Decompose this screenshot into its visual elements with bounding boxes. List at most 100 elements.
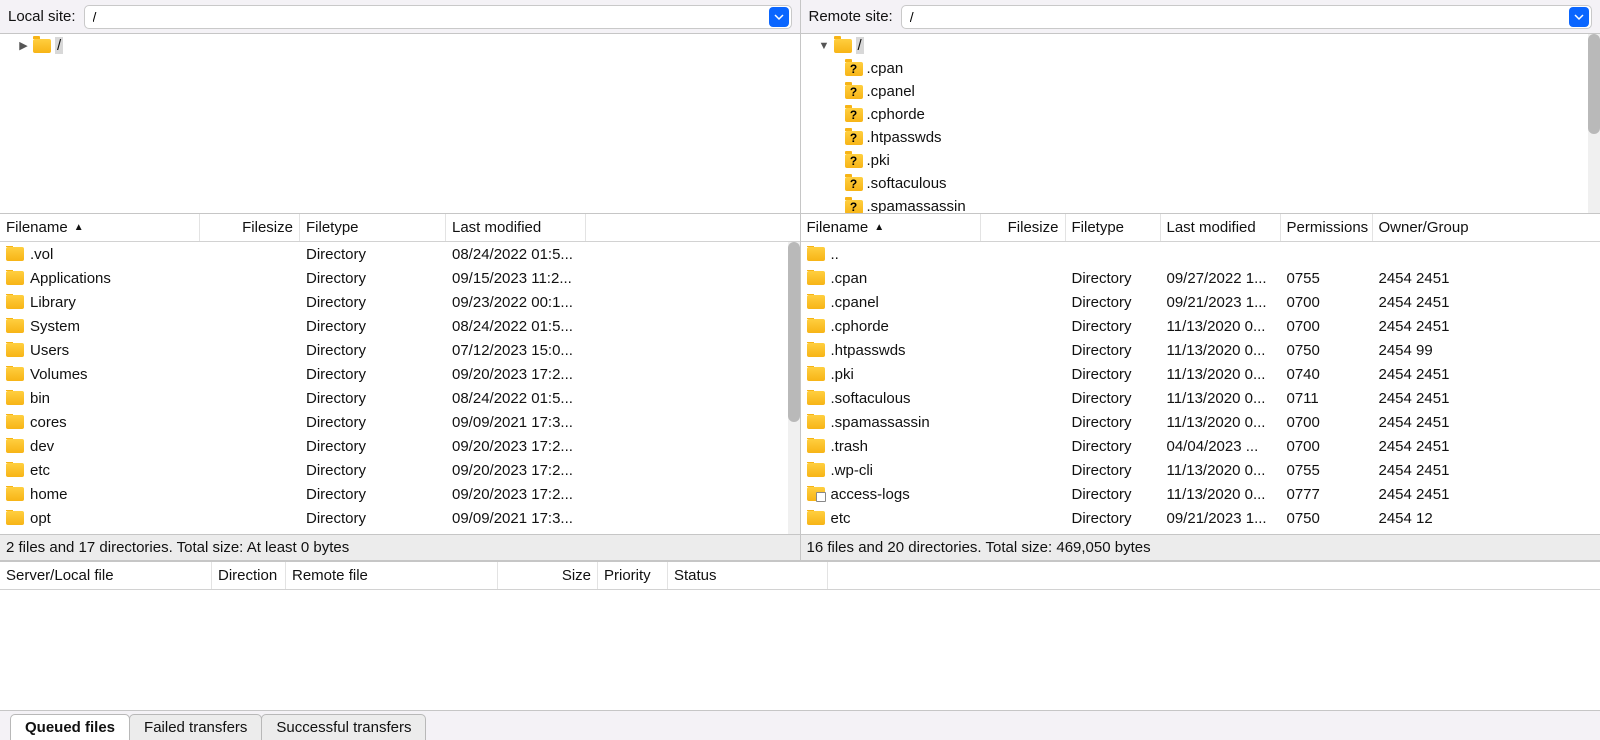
table-row[interactable]: devDirectory09/20/2023 17:2... — [0, 434, 800, 458]
filetype: Directory — [300, 366, 446, 383]
folder-icon — [807, 391, 825, 405]
tree-item-label: .cpanel — [867, 83, 915, 100]
col-modified[interactable]: Last modified — [1161, 214, 1281, 241]
table-row[interactable]: LibraryDirectory09/23/2022 00:1... — [0, 290, 800, 314]
scrollbar-thumb[interactable] — [1588, 34, 1600, 134]
filetype: Directory — [1066, 294, 1161, 311]
table-row[interactable]: optDirectory09/09/2021 17:3... — [0, 506, 800, 530]
col-filetype[interactable]: Filetype — [1066, 214, 1161, 241]
remote-rows[interactable]: ...cpanDirectory09/27/2022 1...07552454 … — [801, 242, 1600, 534]
filename: .cpanel — [831, 294, 879, 311]
scrollbar-vertical[interactable] — [1588, 34, 1600, 213]
filename: .htpasswds — [831, 342, 906, 359]
tab-queued-files[interactable]: Queued files — [10, 714, 130, 740]
filename: home — [30, 486, 68, 503]
col-size[interactable]: Size — [498, 562, 598, 589]
table-row[interactable]: .htpasswdsDirectory11/13/2020 0...075024… — [801, 338, 1600, 362]
col-modified[interactable]: Last modified — [446, 214, 586, 241]
scrollbar-vertical[interactable] — [788, 242, 800, 534]
tree-row[interactable]: .spamassassin — [801, 195, 1600, 214]
local-rows[interactable]: .volDirectory08/24/2022 01:5...Applicati… — [0, 242, 800, 534]
tree-root-label: / — [856, 37, 864, 54]
table-row[interactable]: ApplicationsDirectory09/15/2023 11:2... — [0, 266, 800, 290]
col-status[interactable]: Status — [668, 562, 828, 589]
scrollbar-thumb[interactable] — [788, 242, 800, 422]
table-row[interactable]: .cpanDirectory09/27/2022 1...07552454 24… — [801, 266, 1600, 290]
table-row[interactable]: .softaculousDirectory11/13/2020 0...0711… — [801, 386, 1600, 410]
tab-successful-transfers[interactable]: Successful transfers — [261, 714, 426, 740]
table-row[interactable]: access-logsDirectory11/13/2020 0...07772… — [801, 482, 1600, 506]
tree-row[interactable]: .pki — [801, 149, 1600, 172]
tree-row[interactable]: .softaculous — [801, 172, 1600, 195]
folder-icon — [807, 271, 825, 285]
folder-unknown-icon — [845, 131, 863, 145]
filename: .cpan — [831, 270, 868, 287]
col-remote-file[interactable]: Remote file — [286, 562, 498, 589]
table-row[interactable]: .wp-cliDirectory11/13/2020 0...07552454 … — [801, 458, 1600, 482]
col-owner[interactable]: Owner/Group — [1373, 214, 1473, 241]
remote-path-input[interactable] — [910, 9, 1569, 25]
folder-icon — [6, 367, 24, 381]
filetype: Directory — [300, 246, 446, 263]
modified: 07/12/2023 15:0... — [446, 342, 586, 359]
modified: 09/21/2023 1... — [1161, 294, 1281, 311]
table-row[interactable]: .spamassassinDirectory11/13/2020 0...070… — [801, 410, 1600, 434]
modified: 09/15/2023 11:2... — [446, 270, 586, 287]
filename: dev — [30, 438, 54, 455]
table-row[interactable]: etcDirectory09/21/2023 1...07502454 12 — [801, 506, 1600, 530]
filename: .spamassassin — [831, 414, 930, 431]
table-row[interactable]: .volDirectory08/24/2022 01:5... — [0, 242, 800, 266]
tree-row[interactable]: .cpan — [801, 57, 1600, 80]
col-filesize[interactable]: Filesize — [981, 214, 1066, 241]
sort-asc-icon: ▲ — [74, 222, 84, 233]
table-row[interactable]: binDirectory08/24/2022 01:5... — [0, 386, 800, 410]
disclosure-open-icon[interactable]: ▼ — [819, 40, 830, 52]
col-filesize[interactable]: Filesize — [200, 214, 300, 241]
filetype: Directory — [1066, 486, 1161, 503]
table-row[interactable]: etcDirectory09/20/2023 17:2... — [0, 458, 800, 482]
table-row[interactable]: .cpanelDirectory09/21/2023 1...07002454 … — [801, 290, 1600, 314]
modified: 08/24/2022 01:5... — [446, 390, 586, 407]
col-filetype[interactable]: Filetype — [300, 214, 446, 241]
table-row[interactable]: .trashDirectory04/04/2023 ...07002454 24… — [801, 434, 1600, 458]
permissions: 0750 — [1281, 510, 1373, 527]
tree-row[interactable]: ▶ / — [0, 34, 800, 57]
local-path-combo[interactable] — [84, 5, 792, 29]
folder-icon — [6, 463, 24, 477]
col-filename[interactable]: Filename▲ — [0, 214, 200, 241]
table-row[interactable]: SystemDirectory08/24/2022 01:5... — [0, 314, 800, 338]
col-priority[interactable]: Priority — [598, 562, 668, 589]
permissions: 0777 — [1281, 486, 1373, 503]
local-path-input[interactable] — [93, 9, 769, 25]
filename: etc — [30, 462, 50, 479]
col-direction[interactable]: Direction — [212, 562, 286, 589]
col-permissions[interactable]: Permissions — [1281, 214, 1373, 241]
table-row[interactable]: homeDirectory09/20/2023 17:2... — [0, 482, 800, 506]
table-row[interactable]: coresDirectory09/09/2021 17:3... — [0, 410, 800, 434]
tree-row[interactable]: .htpasswds — [801, 126, 1600, 149]
owner-group: 2454 2451 — [1373, 390, 1473, 407]
table-row[interactable]: .cphordeDirectory11/13/2020 0...07002454… — [801, 314, 1600, 338]
disclosure-closed-icon[interactable]: ▶ — [18, 39, 29, 52]
chevron-down-icon[interactable] — [1569, 7, 1589, 27]
permissions: 0750 — [1281, 342, 1373, 359]
filetype: Directory — [1066, 462, 1161, 479]
tree-row[interactable]: ▼ / — [801, 34, 1600, 57]
tree-row[interactable]: .cpanel — [801, 80, 1600, 103]
modified: 09/20/2023 17:2... — [446, 462, 586, 479]
queue-body[interactable] — [0, 590, 1600, 710]
local-tree[interactable]: ▶ / — [0, 34, 800, 214]
tab-failed-transfers[interactable]: Failed transfers — [129, 714, 262, 740]
filetype: Directory — [1066, 366, 1161, 383]
col-server-local[interactable]: Server/Local file — [0, 562, 212, 589]
chevron-down-icon[interactable] — [769, 7, 789, 27]
table-row[interactable]: .. — [801, 242, 1600, 266]
table-row[interactable]: UsersDirectory07/12/2023 15:0... — [0, 338, 800, 362]
col-filename[interactable]: Filename▲ — [801, 214, 981, 241]
tree-row[interactable]: .cphorde — [801, 103, 1600, 126]
table-row[interactable]: .pkiDirectory11/13/2020 0...07402454 245… — [801, 362, 1600, 386]
remote-tree[interactable]: ▼ / .cpan.cpanel.cphorde.htpasswds.pki.s… — [801, 34, 1600, 214]
filetype: Directory — [300, 414, 446, 431]
remote-path-combo[interactable] — [901, 5, 1592, 29]
table-row[interactable]: VolumesDirectory09/20/2023 17:2... — [0, 362, 800, 386]
